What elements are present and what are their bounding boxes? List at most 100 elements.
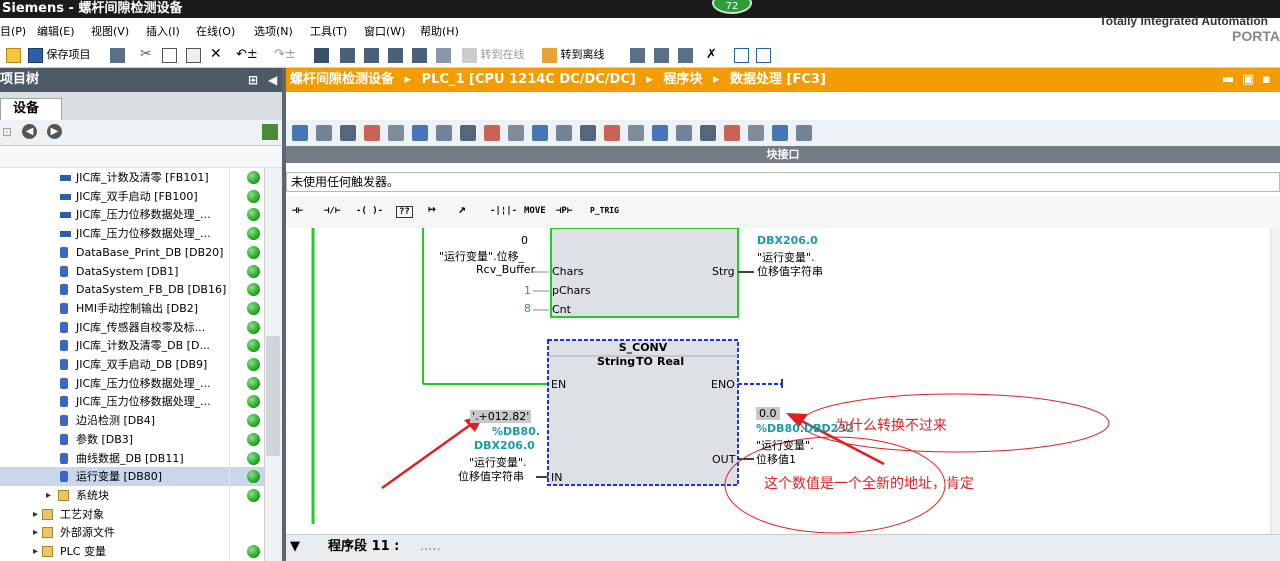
tree-item[interactable]: JIC库_传感器自校零及标... [0,318,264,337]
breadcrumb-item-plc[interactable]: PLC_1 [CPU 1214C DC/DC/DC] [422,72,636,87]
menu-options[interactable]: 选项(N) [254,23,293,39]
cut-button[interactable]: ✂ [140,46,152,63]
tree-item[interactable]: HMI手动控制输出 [DB2] [0,299,264,318]
open-all-networks-icon[interactable] [388,125,404,141]
new-group-icon[interactable]: ⊡ [2,125,12,139]
accessible-devices-button[interactable] [630,46,645,63]
split-editor-button[interactable] [678,46,693,63]
tree-item[interactable]: ▸ 工艺对象 [0,505,264,524]
close-tool-button[interactable]: ✗ [706,46,717,63]
lad-nc-contact[interactable]: ⊣/⊢ [324,206,340,216]
upload-from-device-button[interactable] [388,46,403,63]
new-project-button[interactable] [6,46,21,63]
copy-button[interactable] [162,46,177,63]
project-tree-scroll-thumb[interactable] [266,336,280,456]
monitoring-on-icon[interactable] [772,125,788,141]
insert-network-copy-icon[interactable] [316,125,332,141]
insert-row-icon[interactable] [364,125,380,141]
expand-arrow-icon[interactable]: ▸ [46,486,51,505]
insert-branch-icon[interactable] [700,125,716,141]
cnt-value[interactable]: 8 [524,302,531,315]
menu-window[interactable]: 窗口(W) [364,23,405,39]
collapse-network-icon[interactable]: ▼ [290,535,300,559]
out-variable-line2[interactable]: 位移值1 [756,451,796,467]
tree-item[interactable]: JIC库_计数及清零 [FB101] [0,168,264,187]
menu-view[interactable]: 视图(V) [91,23,129,39]
menu-help[interactable]: 帮助(H) [420,23,459,39]
compare-icon[interactable] [676,125,692,141]
sconv-type-target[interactable]: Real [657,355,684,368]
lad-p-contact[interactable]: ⊣P⊢ [556,206,572,216]
tree-item[interactable]: JIC库_压力位移数据处理_... [0,374,264,393]
ladder-canvas[interactable]: 0 "运行变量".位移_ Rcv_Buffer Chars 1 pChars 8… [286,227,1270,534]
strg-variable-line2[interactable]: 位移值字符串 [757,263,823,279]
network-header[interactable]: ▼ 程序段 11 : ..... [286,534,1280,561]
close-editor-icon[interactable]: ▪ [1262,68,1271,92]
menu-edit[interactable]: 编辑(E) [37,23,75,39]
split-horizontal-button[interactable] [734,46,749,63]
undo-button[interactable]: ↶± [236,46,258,63]
tree-item[interactable]: ▸ 外部源文件 [0,523,264,542]
modify-icon[interactable] [652,125,668,141]
chars-variable-line1[interactable]: "运行变量".位移_ [439,248,524,264]
tree-item[interactable]: 运行变量 [DB80] [0,467,264,487]
tree-item[interactable]: JIC库_计数及清零_DB [D... [0,336,264,355]
download-button[interactable] [340,46,355,63]
show-addresses-icon[interactable] [532,125,548,141]
tree-item[interactable]: 参数 [DB3] [0,430,264,449]
menu-project[interactable]: 目(P) [0,23,26,39]
favorites-icon[interactable] [460,125,476,141]
split-vertical-button[interactable] [756,46,771,63]
show-values-icon[interactable] [508,125,524,141]
lad-no-contact[interactable]: ⊣⊢ [292,206,303,216]
block-interface-bar[interactable]: 块接口 [286,146,1280,163]
tree-item[interactable]: DataBase_Print_DB [DB20] [0,243,264,262]
insert-network-icon[interactable] [292,125,308,141]
comment-icon[interactable] [484,125,500,141]
network-comment[interactable]: ..... [420,535,441,559]
tree-item[interactable]: ▸ PLC 变量 [0,542,264,561]
lad-open-branch[interactable]: ↦ [428,202,436,217]
tree-item[interactable]: DataSystem [DB1] [0,262,264,281]
chars-variable-line2[interactable]: Rcv_Buffer [476,263,535,276]
absolute-ops-icon[interactable] [436,125,452,141]
delete-button[interactable]: ✕ [210,46,222,63]
menu-online[interactable]: 在线(O) [196,23,235,39]
tree-item[interactable]: 曲线数据_DB [DB11] [0,449,264,468]
upload-button[interactable] [364,46,379,63]
collapse-panel-icon[interactable]: ◀ [268,68,277,92]
tree-item[interactable]: JIC库_双手启动 [FB100] [0,187,264,206]
expand-arrow-icon[interactable]: ▸ [33,523,38,542]
open-branch-icon[interactable] [724,125,740,141]
tree-item[interactable]: JIC库_双手启动_DB [DB9] [0,355,264,374]
simulation-button[interactable] [412,46,427,63]
export-icon[interactable] [796,125,812,141]
lad-p-contact-scan[interactable]: -|¦|- [490,206,517,216]
lad-p-trig[interactable]: P_TRIG [590,206,619,215]
expand-arrow-icon[interactable]: ▸ [33,505,38,524]
breadcrumb-item-project[interactable]: 螺杆间隙检测设备 [290,72,394,87]
lad-move[interactable]: MOVE [524,206,546,216]
go-to-error-icon[interactable] [628,125,644,141]
start-stop-button[interactable] [436,46,451,63]
cross-ref-button[interactable] [654,46,669,63]
breadcrumb-item-fc3[interactable]: 数据处理 [FC3] [730,72,826,87]
minimize-editor-icon[interactable]: ▬ [1222,68,1234,92]
lad-empty-box[interactable]: ?? [396,206,413,218]
in-variable-line2[interactable]: 位移值字符串 [458,468,524,484]
redo-button[interactable]: ↷± [274,46,296,63]
pin-panel-icon[interactable]: ⊞ [248,68,258,92]
tree-item[interactable]: DataSystem_FB_DB [DB16] [0,280,264,299]
tree-item[interactable]: JIC库_压力位移数据处理_... [0,392,264,411]
sconv-type-from[interactable]: String [597,355,635,368]
lad-coil[interactable]: -( )- [356,206,383,216]
float-editor-icon[interactable]: ▣ [1242,68,1254,92]
go-online-button[interactable]: 转到在线 [462,46,525,63]
overview-icon[interactable] [262,124,278,140]
search-icon[interactable] [748,125,764,141]
monitor-icon[interactable] [556,125,572,141]
pchars-value[interactable]: 1 [524,284,531,297]
reset-start-icon[interactable] [580,125,596,141]
menu-tools[interactable]: 工具(T) [310,23,347,39]
paste-button[interactable] [186,46,201,63]
